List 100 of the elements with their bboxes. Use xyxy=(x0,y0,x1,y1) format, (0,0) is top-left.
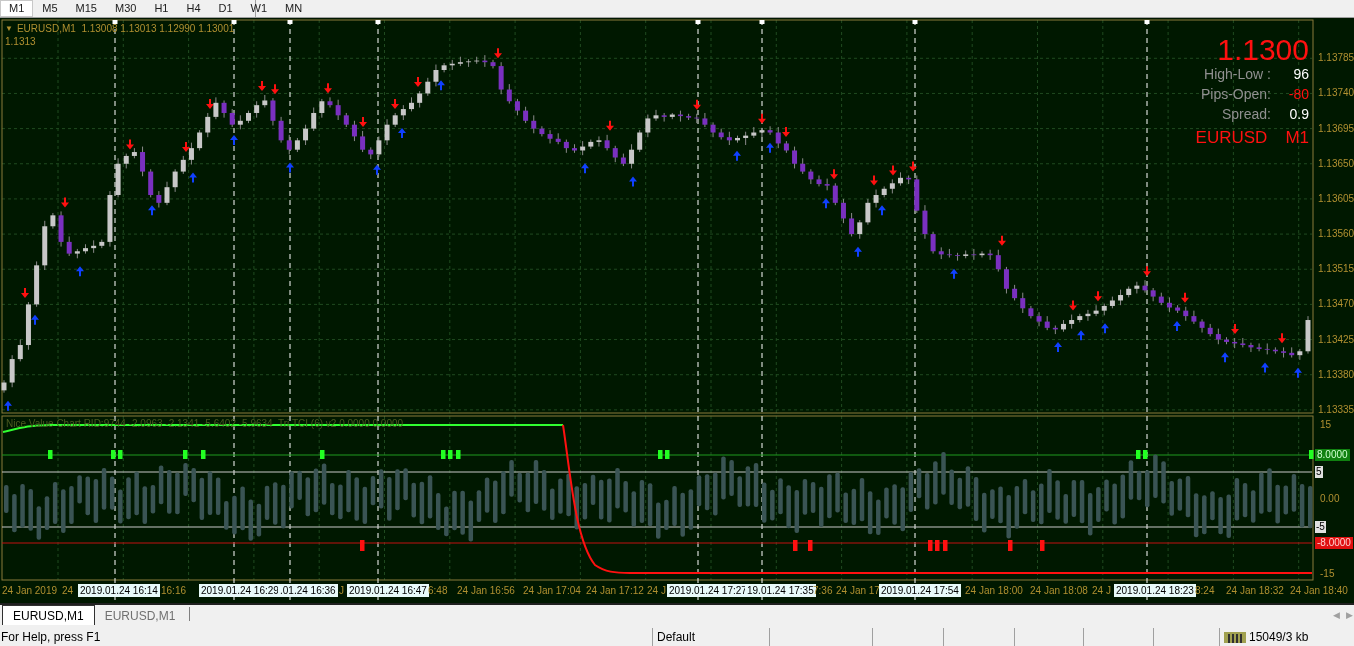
candlestick xyxy=(197,129,203,151)
candlestick xyxy=(156,190,162,209)
chart-header: EURUSD,M1 1.13008 1.13013 1.12990 1.13001 xyxy=(16,24,235,34)
candlestick xyxy=(278,116,284,144)
time-axis-label: 24 Jan 18:32 xyxy=(1226,584,1284,597)
time-axis-label: 24 Jan 17:12 xyxy=(586,584,644,597)
time-marker-label: 2019.01.24 18:23 xyxy=(1114,584,1196,597)
indicator-axis-label: -15 xyxy=(1320,568,1335,580)
time-axis-label: 24 Jan 18:00 xyxy=(965,584,1023,597)
candlestick xyxy=(995,249,1001,273)
candlestick xyxy=(140,146,146,177)
candlestick xyxy=(645,114,651,138)
time-axis-label: 24 Jan 17:04 xyxy=(523,584,581,597)
candlestick xyxy=(596,135,602,148)
candlestick xyxy=(792,146,798,169)
candlestick xyxy=(629,143,635,169)
candlestick xyxy=(539,125,545,137)
timeframe-button[interactable]: M1 xyxy=(0,0,34,17)
candlestick xyxy=(1,379,7,394)
candlestick xyxy=(637,129,643,153)
timeframe-button[interactable]: D1 xyxy=(209,0,242,17)
candlestick xyxy=(506,83,512,105)
timeframe-button[interactable]: M5 xyxy=(33,0,67,17)
time-axis-label: 24 Jan 18:08 xyxy=(1030,584,1088,597)
candlestick xyxy=(767,125,773,136)
candlestick xyxy=(849,212,855,237)
candlestick xyxy=(376,135,382,158)
candlestick xyxy=(360,130,366,153)
time-marker-label: 2019.01.24 16:29 xyxy=(199,584,281,597)
price-axis-label: 1.13560 xyxy=(1318,229,1354,240)
candlestick xyxy=(865,198,871,226)
candlestick xyxy=(930,231,936,255)
price-axis-label: 1.13695 xyxy=(1318,123,1354,134)
candlestick xyxy=(922,204,928,240)
candlestick xyxy=(971,248,977,261)
candlestick xyxy=(710,121,716,138)
indicator-axis-label: -5 xyxy=(1315,521,1326,533)
chart-tab[interactable]: EURUSD,M1 xyxy=(94,607,186,625)
time-axis-label: 24 Jan 17 xyxy=(836,584,880,597)
candlestick xyxy=(1264,342,1270,355)
candlestick xyxy=(1256,342,1262,352)
timeframe-button[interactable]: H4 xyxy=(177,0,210,17)
indicator-axis-label: -8.0000 xyxy=(1315,537,1353,549)
info-label: High-Low : xyxy=(1204,67,1271,81)
candlestick xyxy=(9,354,15,388)
time-marker-label: 2019.01.24 16:47 xyxy=(347,584,429,597)
candlestick xyxy=(327,96,333,109)
price-axis-label: 1.13785 xyxy=(1318,53,1354,64)
candlestick xyxy=(816,174,822,187)
candlestick xyxy=(213,96,219,120)
candlestick xyxy=(653,109,659,122)
timeframe-button[interactable]: MN xyxy=(276,0,312,17)
timeframe-button[interactable]: M30 xyxy=(105,0,146,17)
time-axis-label: 24 Jan 2019 xyxy=(2,584,58,597)
status-text: For Help, press F1 xyxy=(0,629,102,646)
candlestick xyxy=(873,189,879,209)
time-axis-label: 24 J xyxy=(1092,584,1111,597)
candlestick xyxy=(188,142,194,166)
candlestick xyxy=(775,126,781,149)
candlestick xyxy=(1281,346,1287,359)
info-label: Pips-Open: xyxy=(1200,87,1271,101)
candlestick xyxy=(808,168,814,185)
candlestick xyxy=(1191,310,1197,325)
time-axis-label: 24 xyxy=(62,584,74,597)
dropdown-triangle-icon[interactable]: ▼ xyxy=(5,25,13,33)
candlestick xyxy=(840,198,846,224)
candlestick xyxy=(286,134,292,155)
candlestick xyxy=(221,99,227,119)
info-value: 0.9 xyxy=(1288,107,1309,121)
time-marker-label: 2019.01.24 17:27 xyxy=(667,584,749,597)
timeframe-button[interactable]: H1 xyxy=(145,0,178,17)
price-axis-label: 1.13605 xyxy=(1318,193,1354,204)
candlestick xyxy=(270,97,276,126)
candlestick xyxy=(433,64,439,87)
time-axis-label: 24 Jan 18:40 xyxy=(1290,584,1348,597)
candlestick xyxy=(547,129,553,144)
candlestick xyxy=(164,181,170,206)
time-axis-label: 24 J xyxy=(647,584,666,597)
candlestick xyxy=(1134,281,1140,294)
candlestick xyxy=(759,127,765,138)
candlestick xyxy=(1199,318,1205,334)
period-label: M1 xyxy=(1285,129,1309,146)
timeframe-button[interactable]: M15 xyxy=(66,0,106,17)
timeframe-button[interactable]: W1 xyxy=(241,0,277,17)
time-marker-label: .01.24 16:36 xyxy=(278,584,338,597)
candlestick xyxy=(832,182,838,206)
candlestick xyxy=(148,168,154,198)
price-axis-label: 1.13650 xyxy=(1318,158,1354,169)
price-axis-label: 1.13380 xyxy=(1318,369,1354,380)
time-axis-label: 24 Jan 16:56 xyxy=(457,584,515,597)
candlestick xyxy=(319,98,325,119)
chart-price-level: 1.1313 xyxy=(5,37,36,47)
candlestick xyxy=(1297,348,1303,361)
candlestick xyxy=(205,112,211,138)
candlestick xyxy=(384,118,390,146)
price-axis-label: 1.13335 xyxy=(1318,404,1354,415)
candlestick xyxy=(351,120,357,142)
chart-tab[interactable]: EURUSD,M1 xyxy=(2,605,95,625)
candlestick xyxy=(1003,266,1009,294)
candlestick xyxy=(1036,311,1042,327)
